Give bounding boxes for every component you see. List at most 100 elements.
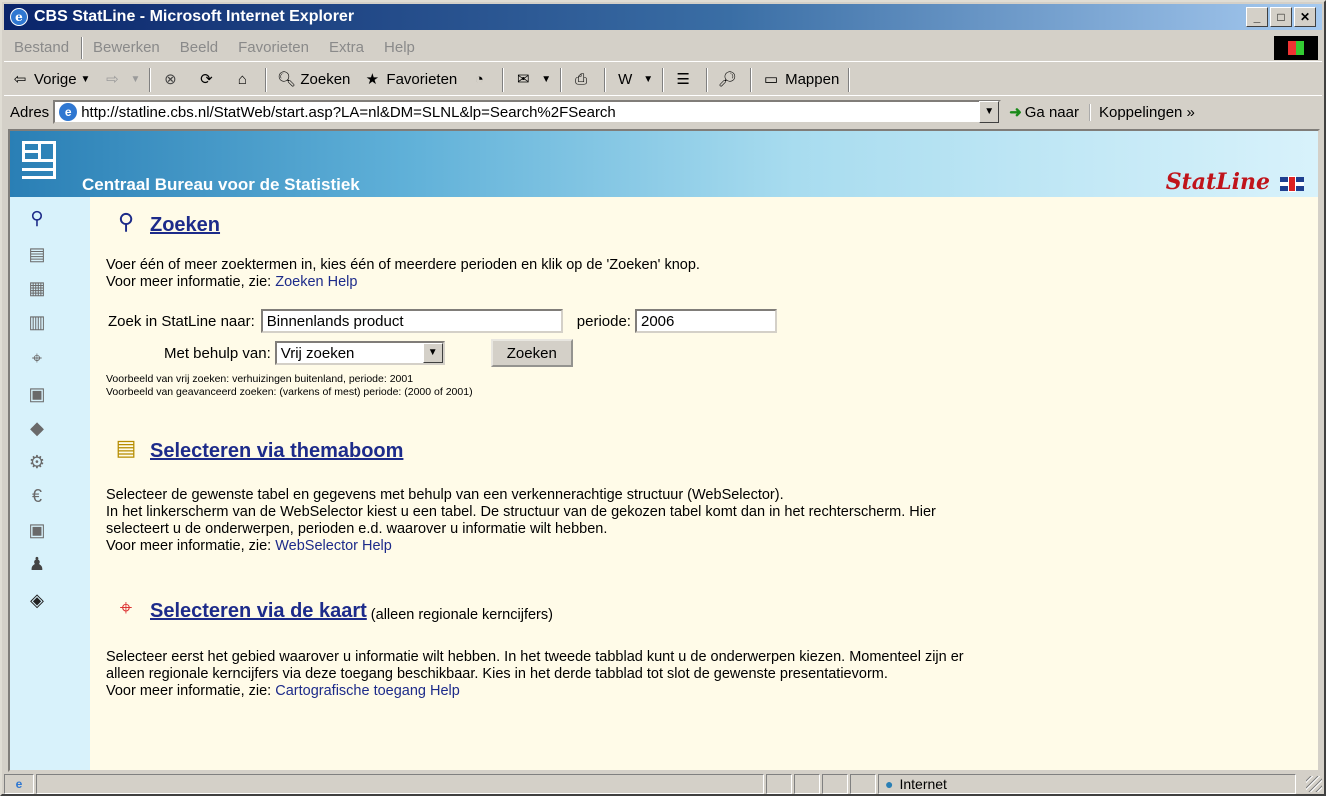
- mail-button[interactable]: ✉ ▼: [507, 66, 557, 94]
- menu-bestand[interactable]: Bestand: [4, 39, 79, 56]
- map-icon: ⌖: [119, 595, 133, 620]
- back-arrow-icon: ⇦: [13, 70, 27, 88]
- themaboom-link[interactable]: Selecteren via themaboom: [150, 440, 403, 463]
- zoeken-link[interactable]: Zoeken: [150, 214, 220, 237]
- themaboom-more-info: Voor meer informatie, zie: WebSelector H…: [106, 538, 1306, 555]
- history-button[interactable]: ◔: [463, 66, 499, 94]
- folders-icon: ▭: [764, 70, 779, 88]
- themaboom-line1: Selecteer de gewenste tabel en gegevens …: [106, 487, 784, 503]
- currency-icon[interactable]: €: [26, 485, 48, 507]
- search-label: Zoek in StatLine naar:: [108, 312, 255, 330]
- home-button[interactable]: ⌂: [226, 66, 262, 94]
- tree-icon[interactable]: ▤: [26, 243, 48, 265]
- table-icon[interactable]: ▦: [26, 277, 48, 299]
- webselector-help-link[interactable]: WebSelector Help: [275, 538, 392, 554]
- themaboom-line3: selecteert u de onderwerpen, perioden e.…: [106, 521, 608, 537]
- favorites-label: Favorieten: [386, 71, 458, 88]
- chevron-down-icon[interactable]: ▼: [422, 343, 443, 363]
- menu-beeld[interactable]: Beeld: [170, 39, 228, 56]
- menu-extra[interactable]: Extra: [319, 39, 374, 56]
- period-input[interactable]: [634, 309, 777, 333]
- example-advanced: Voorbeeld van geavanceerd zoeken: (varke…: [106, 386, 473, 398]
- discuss-button[interactable]: ☰: [667, 66, 703, 94]
- zoeken-help-link[interactable]: Zoeken Help: [275, 274, 357, 290]
- help-book-icon[interactable]: ◈: [26, 589, 48, 611]
- more-info-prefix: Voor meer informatie, zie:: [106, 274, 272, 290]
- kaart-link[interactable]: Selecteren via de kaart: [150, 600, 367, 623]
- zoeken-button[interactable]: Zoeken: [490, 339, 573, 367]
- back-button[interactable]: ⇦ Vorige ▼: [4, 66, 96, 94]
- forward-dropdown-icon[interactable]: ▼: [130, 74, 140, 85]
- links-label: Koppelingen: [1098, 103, 1183, 121]
- edit-dropdown-icon[interactable]: ▼: [643, 74, 653, 85]
- kaart-line2: alleen regionale kerncijfers via deze to…: [106, 666, 888, 682]
- go-arrow-icon: ➜: [1009, 104, 1022, 121]
- cbs-logo-icon: [22, 141, 56, 179]
- internet-globe-icon: ●: [885, 776, 894, 792]
- search-input[interactable]: [260, 309, 563, 333]
- binoculars-icon: ⚲: [117, 209, 135, 234]
- people-icon[interactable]: ♟: [26, 553, 48, 575]
- page-icon: e: [59, 103, 78, 121]
- method-select[interactable]: Vrij zoeken ▼: [274, 341, 445, 365]
- money-icon[interactable]: ◆: [26, 417, 48, 439]
- address-field[interactable]: e http://statline.cbs.nl/StatWeb/start.a…: [53, 100, 1002, 124]
- toolbar-separator: [750, 67, 753, 92]
- menu-favorieten[interactable]: Favorieten: [228, 39, 319, 56]
- research-icon: 🔎︎: [717, 70, 737, 88]
- english-flag-icon[interactable]: [1280, 177, 1304, 191]
- minimize-button[interactable]: _: [1246, 7, 1268, 27]
- title-bar[interactable]: e CBS StatLine - Microsoft Internet Expl…: [4, 4, 1322, 30]
- binoculars-icon[interactable]: ⚲: [26, 207, 48, 229]
- stop-icon: ⊗: [164, 70, 177, 88]
- status-cell: [850, 774, 876, 794]
- status-cell: [822, 774, 848, 794]
- map-icon[interactable]: ⌖: [26, 347, 48, 369]
- window-title: CBS StatLine - Microsoft Internet Explor…: [34, 8, 355, 25]
- search-button[interactable]: 🔍︎ Zoeken: [270, 66, 356, 94]
- research-button[interactable]: 🔎︎: [711, 66, 747, 94]
- method-label: Met behulp van:: [164, 344, 271, 362]
- zone-panel: ● Internet: [878, 774, 1296, 794]
- close-button[interactable]: ✕: [1294, 7, 1316, 27]
- status-cell: [794, 774, 820, 794]
- back-dropdown-icon[interactable]: ▼: [81, 74, 91, 85]
- menu-bewerken[interactable]: Bewerken: [83, 39, 170, 56]
- print-button[interactable]: ⎙: [565, 66, 601, 94]
- edit-button[interactable]: W ▼: [609, 66, 659, 94]
- folders-button[interactable]: ▭ Mappen: [755, 66, 845, 94]
- resize-grip-icon[interactable]: [1306, 776, 1322, 792]
- settings-icon[interactable]: ⚙: [26, 451, 48, 473]
- mail-dropdown-icon[interactable]: ▼: [541, 74, 551, 85]
- address-dropdown-icon[interactable]: ▼: [979, 101, 1000, 123]
- status-text: [36, 774, 764, 794]
- toolbar-separator: [706, 67, 709, 92]
- maximize-button[interactable]: □: [1270, 7, 1292, 27]
- refresh-button[interactable]: ⟳: [190, 66, 226, 94]
- menu-help[interactable]: Help: [374, 39, 425, 56]
- toolbar-separator: [848, 67, 851, 92]
- links-button[interactable]: Koppelingen »: [1088, 103, 1195, 121]
- home-icon: ⌂: [237, 70, 247, 88]
- more-info-prefix: Voor meer informatie, zie:: [106, 683, 272, 699]
- save-icon[interactable]: ▣: [26, 383, 48, 405]
- address-url[interactable]: http://statline.cbs.nl/StatWeb/start.asp…: [81, 104, 616, 121]
- folder-star-icon[interactable]: ▣: [26, 519, 48, 541]
- forward-button[interactable]: ⇨ ▼: [96, 66, 146, 94]
- kaart-note: (alleen regionale kerncijfers): [370, 607, 553, 623]
- tree-icon: ▤: [115, 435, 137, 460]
- go-button[interactable]: ➜ Ga naar: [1009, 103, 1079, 122]
- example-free: Voorbeeld van vrij zoeken: verhuizingen …: [106, 373, 414, 385]
- status-cell: [766, 774, 792, 794]
- cartografische-help-link[interactable]: Cartografische toegang Help: [275, 683, 460, 699]
- themaboom-section-title: ▤ Selecteren via themaboom: [106, 433, 1306, 463]
- stop-button[interactable]: ⊗: [154, 66, 190, 94]
- bar-chart-icon[interactable]: ▥: [26, 311, 48, 333]
- search-label: Zoeken: [300, 71, 351, 88]
- address-label: Adres: [10, 103, 50, 121]
- favorites-button[interactable]: ★ Favorieten: [356, 66, 463, 94]
- period-label: periode:: [576, 312, 631, 330]
- search-globe-icon: 🔍︎: [276, 70, 296, 88]
- left-nav: ⚲ ▤ ▦ ▥ ⌖ ▣ ◆ ⚙ € ▣ ♟ ◈: [10, 197, 90, 770]
- toolbar-separator: [502, 67, 505, 92]
